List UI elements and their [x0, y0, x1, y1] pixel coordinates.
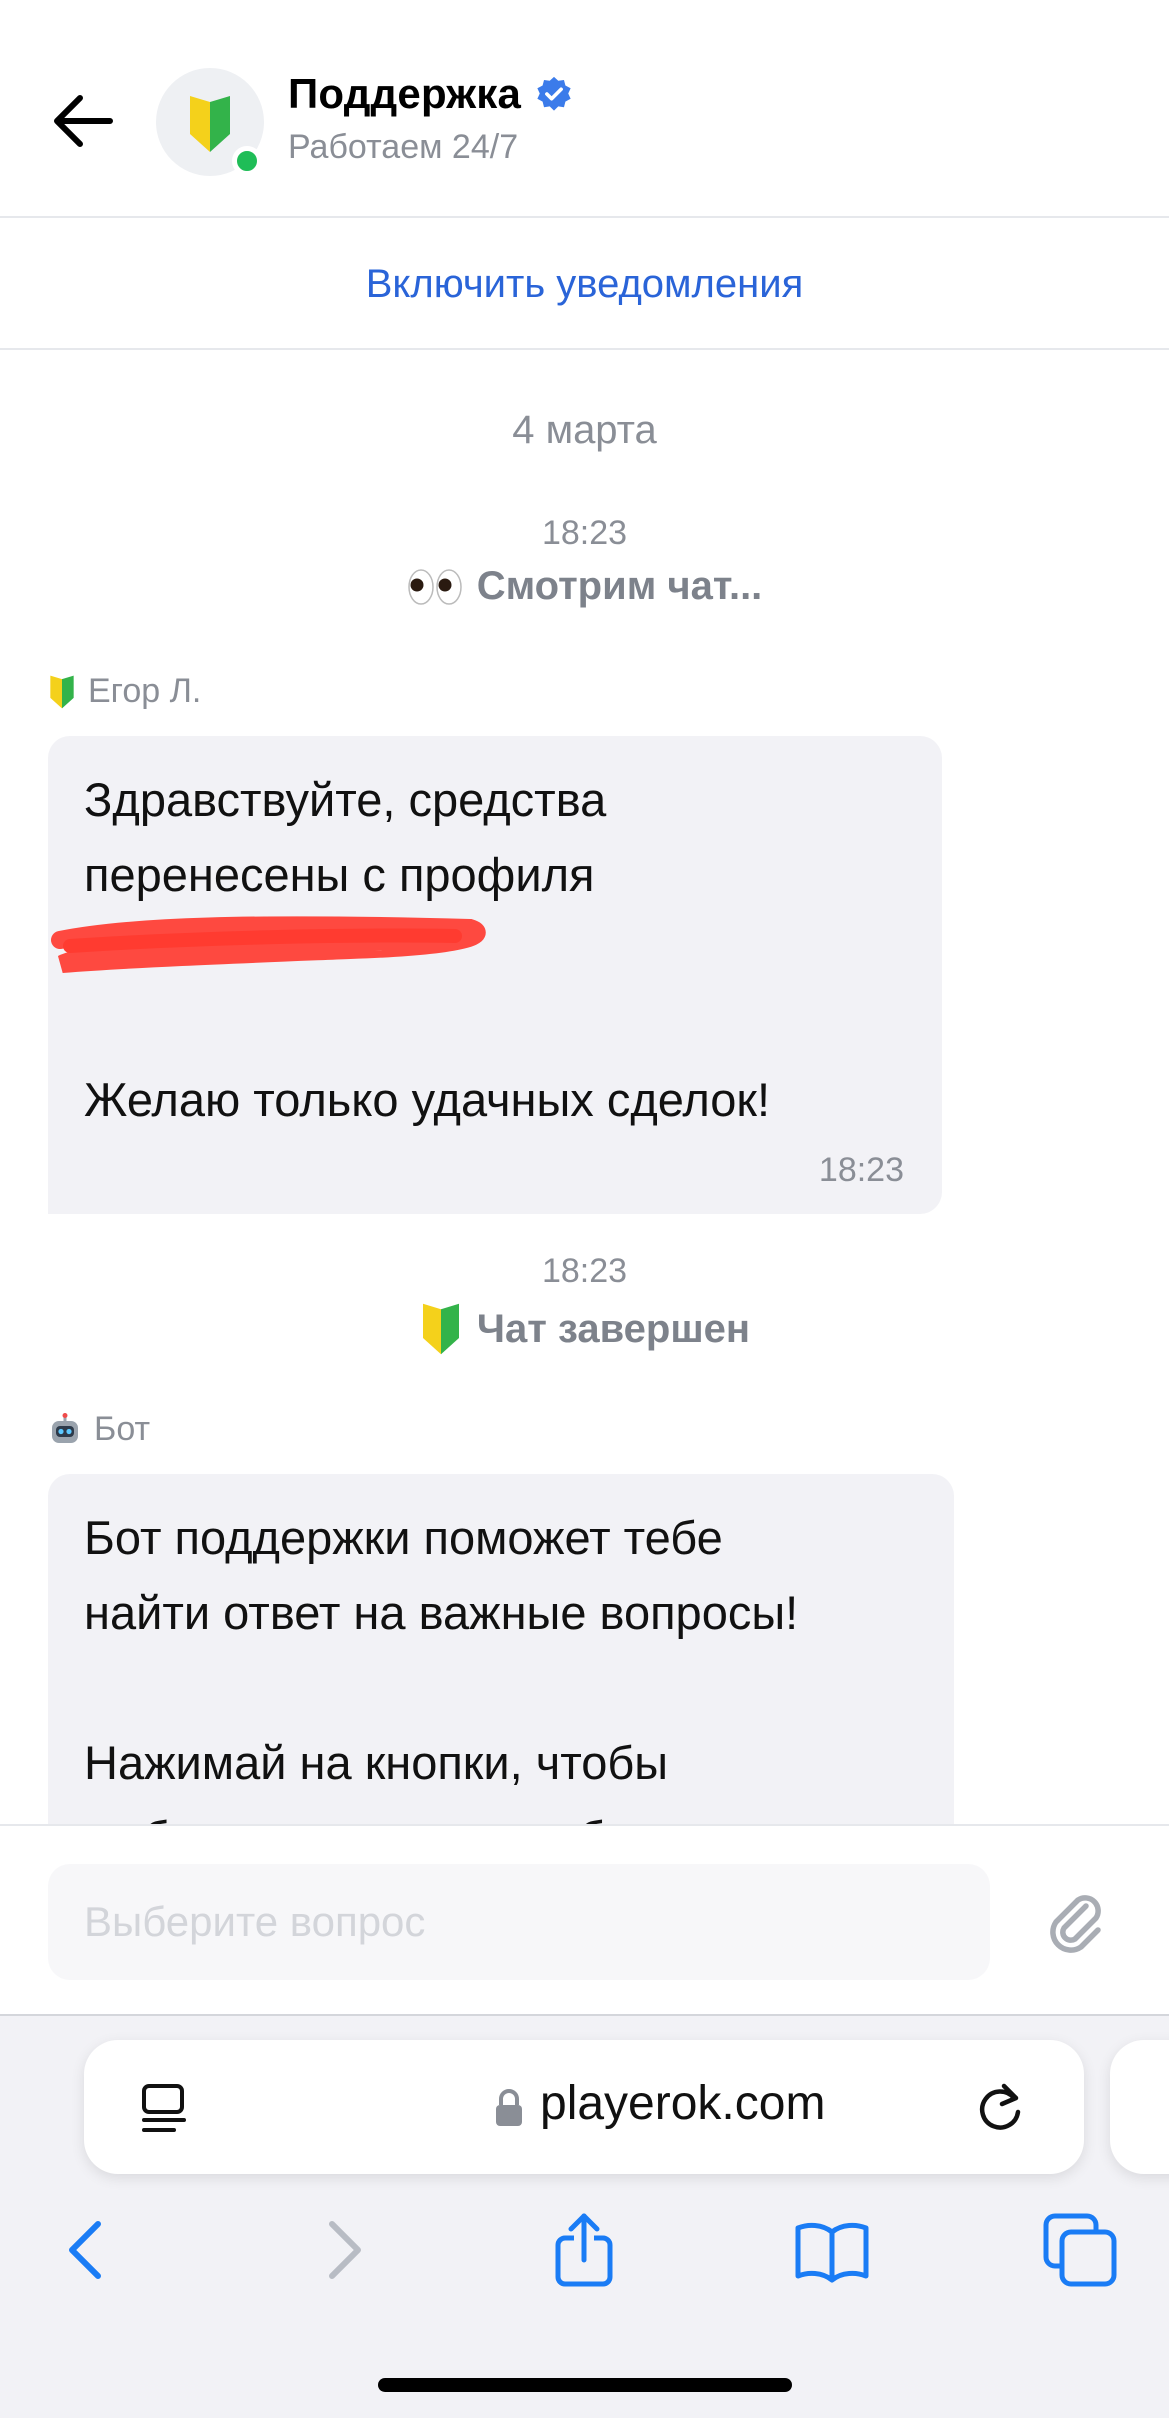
message-text-line: Бот поддержки поможет тебе — [84, 1511, 723, 1564]
back-chevron-icon[interactable] — [48, 2210, 128, 2290]
verified-badge-icon — [537, 76, 571, 111]
bookmarks-icon[interactable] — [792, 2210, 872, 2290]
address-bar[interactable]: playerok.com — [84, 2040, 1084, 2174]
message-text-line: Желаю только удачных сделок! — [84, 1073, 771, 1126]
next-tab-preview[interactable] — [1110, 2040, 1169, 2174]
robot-icon — [52, 1412, 78, 1443]
beginner-badge-icon — [50, 675, 74, 708]
browser-toolbar: playerok.com — [0, 2016, 1169, 2418]
system-message-time: 18:23 — [541, 1252, 628, 1290]
url-text: playerok.com — [540, 2077, 826, 2130]
system-message-time: 18:23 — [541, 514, 628, 552]
message-text-line: Нажимай на кнопки, чтобы — [84, 1736, 669, 1789]
avatar[interactable] — [156, 68, 264, 176]
forward-chevron-icon[interactable] — [302, 2210, 382, 2290]
share-icon[interactable] — [544, 2210, 624, 2290]
system-message: Чат завершен — [0, 1302, 1169, 1356]
question-input[interactable] — [48, 1864, 990, 1980]
online-indicator — [232, 146, 262, 176]
system-message: Смотрим чат... — [0, 564, 1169, 609]
message-text-line: Здравствуйте, средства — [84, 773, 607, 826]
message-sender: Бот — [48, 1410, 150, 1449]
notification-banner: Включить уведомления — [0, 220, 1169, 350]
message-bubble: Здравствуйте, средства перенесены с проф… — [48, 736, 942, 1214]
message-text-line: перенесены с профиля — [84, 848, 595, 901]
reload-icon[interactable] — [970, 2078, 1030, 2138]
beginner-badge-icon — [422, 1303, 459, 1355]
message-text-line: найти ответ на важные вопросы! — [84, 1586, 799, 1639]
system-message-text: Смотрим чат... — [476, 564, 763, 608]
status-subtitle: Работаем 24/7 — [288, 128, 519, 166]
home-indicator[interactable] — [378, 2378, 792, 2392]
chat-page: Поддержка Работаем 24/7 Включить уведомл… — [0, 0, 1169, 2418]
composer — [0, 1824, 1169, 2016]
tabs-icon[interactable] — [1040, 2210, 1120, 2290]
back-arrow-icon[interactable] — [48, 86, 118, 156]
sender-name: Егор Л. — [88, 672, 202, 710]
paperclip-icon[interactable] — [1040, 1884, 1112, 1956]
message-list[interactable]: 4 марта 18:23 Смотрим чат... Егор Л. Здр… — [0, 352, 1169, 1824]
enable-notifications-link[interactable]: Включить уведомления — [366, 262, 803, 307]
beginner-badge-icon — [190, 96, 230, 152]
redaction-scribble — [51, 912, 906, 987]
system-message-text: Чат завершен — [476, 1306, 751, 1351]
message-bubble: Бот поддержки поможет тебе найти ответ н… — [48, 1474, 954, 1824]
message-time: 18:23 — [818, 1151, 904, 1189]
lock-icon — [496, 2089, 522, 2126]
reader-mode-icon[interactable] — [136, 2080, 192, 2136]
sender-name: Бот — [94, 1410, 151, 1448]
message-sender: Егор Л. — [48, 672, 201, 711]
date-separator: 4 марта — [512, 408, 657, 452]
chat-header: Поддержка Работаем 24/7 — [0, 0, 1169, 218]
page-title: Поддержка — [288, 70, 522, 117]
message-text-line: выбрать тему своего обращения и — [84, 1800, 918, 1824]
eyes-icon — [407, 568, 462, 605]
